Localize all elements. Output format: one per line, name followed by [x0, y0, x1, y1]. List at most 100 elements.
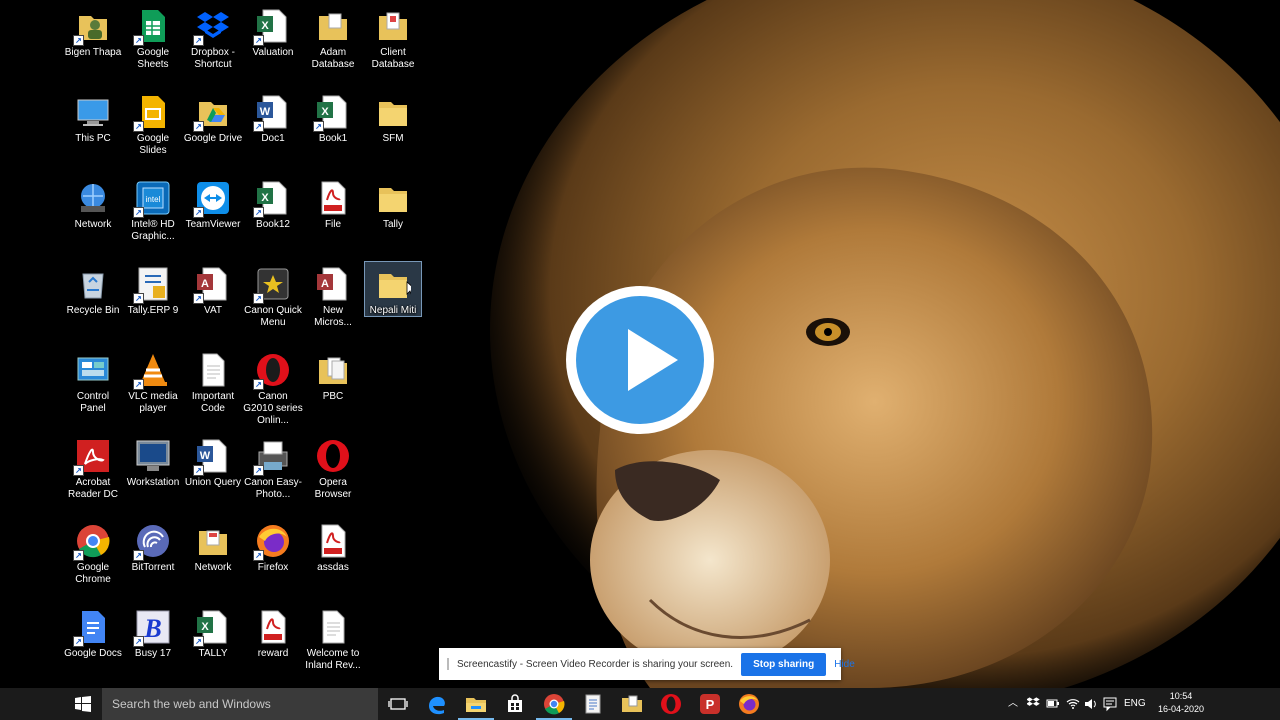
language-indicator[interactable]: ENG	[1124, 688, 1146, 720]
desktop-icon-google-sheets[interactable]: ↗ Google Sheets	[123, 2, 183, 86]
google-docs-icon: ↗	[73, 609, 111, 647]
stop-sharing-button[interactable]: Stop sharing	[741, 652, 827, 676]
play-icon	[628, 329, 678, 391]
notepad-icon[interactable]	[581, 692, 605, 716]
desktop-icon-canon-easy-photo[interactable]: ↗ Canon Easy-Photo...	[243, 432, 303, 516]
icon-label: Nepali Miti	[369, 305, 417, 316]
desktop-icon-acrobat-reader[interactable]: ↗ Acrobat Reader DC	[63, 432, 123, 516]
svg-text:W: W	[200, 450, 211, 462]
desktop-icon-book1[interactable]: X ↗ Book1	[303, 88, 363, 172]
desktop-icon-google-chrome[interactable]: ↗ Google Chrome	[63, 517, 123, 601]
desktop-icon-google-slides[interactable]: ↗ Google Slides	[123, 88, 183, 172]
teamviewer-icon: ↗	[193, 180, 231, 218]
desktop-icon-canon-g2010[interactable]: ↗ Canon G2010 series Onlin...	[243, 346, 303, 430]
edge-icon[interactable]	[425, 692, 449, 716]
desktop-icon-intel-hd-graphics[interactable]: intel ↗ Intel® HD Graphic...	[123, 174, 183, 258]
desktop-icon-assdas[interactable]: assdas	[303, 517, 363, 601]
desktop[interactable]: ↗ Bigen Thapa This PC Network Recycle Bi…	[0, 0, 1280, 688]
desktop-icon-valuation[interactable]: X ↗ Valuation	[243, 2, 303, 86]
play-button[interactable]	[566, 286, 714, 434]
clock[interactable]: 10:54 16-04-2020	[1152, 690, 1210, 716]
desktop-icon-doc1[interactable]: W ↗ Doc1	[243, 88, 303, 172]
desktop-icon-vat[interactable]: A ↗ VAT	[183, 260, 243, 344]
hide-button[interactable]: Hide	[834, 659, 855, 670]
drag-handle-icon[interactable]	[447, 658, 449, 670]
icon-label: Google Docs	[64, 648, 122, 659]
start-button[interactable]	[64, 688, 102, 720]
desktop-icon-google-docs[interactable]: ↗ Google Docs	[63, 603, 123, 687]
notifications-icon[interactable]	[1103, 688, 1117, 720]
icon-label: Canon Quick Menu	[244, 305, 302, 328]
desktop-icon-tally-erp[interactable]: ↗ Tally.ERP 9	[123, 260, 183, 344]
opera-icon[interactable]	[659, 692, 683, 716]
desktop-icon-nepali-miti[interactable]: Nepali Miti	[364, 261, 422, 317]
desktop-icon-network-folder[interactable]: Network	[183, 517, 243, 601]
icon-label: VAT	[204, 305, 222, 316]
desktop-icon-reward[interactable]: reward	[243, 603, 303, 687]
folder-icon	[375, 8, 411, 44]
battery-icon[interactable]	[1046, 688, 1060, 720]
icon-label: Canon Easy-Photo...	[244, 477, 302, 500]
desktop-icon-union-query[interactable]: W ↗ Union Query	[183, 432, 243, 516]
icon-label: Dropbox - Shortcut	[191, 47, 235, 70]
desktop-icon-opera-browser[interactable]: Opera Browser	[303, 432, 363, 516]
firefox-icon: ↗	[253, 523, 291, 561]
desktop-icon-vlc[interactable]: ↗ VLC media player	[123, 346, 183, 430]
desktop-icon-bittorrent[interactable]: ↗ BitTorrent	[123, 517, 183, 601]
taskbar-search-input[interactable]: Search the web and Windows	[102, 688, 378, 720]
desktop-icon-control-panel[interactable]: Control Panel	[63, 346, 123, 430]
desktop-icon-firefox[interactable]: ↗ Firefox	[243, 517, 303, 601]
text-file-icon	[315, 609, 351, 645]
task-view-icon[interactable]	[386, 692, 410, 716]
icon-label: Recycle Bin	[66, 305, 120, 316]
desktop-icon-recycle-bin[interactable]: Recycle Bin	[63, 260, 123, 344]
desktop-icon-book12[interactable]: X ↗ Book12	[243, 174, 303, 258]
desktop-icon-canon-quick-menu[interactable]: ↗ Canon Quick Menu	[243, 260, 303, 344]
opera-icon: ↗	[253, 352, 291, 390]
desktop-icon-client-database[interactable]: Client Database	[363, 2, 423, 86]
folder-icon[interactable]	[620, 692, 644, 716]
desktop-icon-busy-17[interactable]: B ↗ Busy 17	[123, 603, 183, 687]
desktop-icon-google-drive[interactable]: ↗ Google Drive	[183, 88, 243, 172]
desktop-icon-important-code[interactable]: Important Code	[183, 346, 243, 430]
desktop-icon-tally-folder[interactable]: Tally	[363, 174, 423, 258]
chrome-icon[interactable]	[536, 692, 572, 720]
desktop-icon-new-microsoft[interactable]: A New Micros...	[303, 260, 363, 344]
desktop-icon-workstation[interactable]: Workstation	[123, 432, 183, 516]
icon-label: BitTorrent	[131, 562, 175, 573]
word-file-icon: W ↗	[193, 438, 231, 476]
show-hidden-icons-icon[interactable]: ︿	[1008, 688, 1018, 720]
opera-icon	[315, 438, 351, 474]
access-file-icon: A ↗	[193, 266, 231, 304]
wps-icon[interactable]: P	[698, 692, 722, 716]
volume-icon[interactable]	[1084, 688, 1098, 720]
desktop-icon-sfm[interactable]: SFM	[363, 88, 423, 172]
excel-file-icon: X ↗	[253, 8, 291, 46]
desktop-icon-file[interactable]: File	[303, 174, 363, 258]
svg-text:X: X	[261, 192, 269, 204]
desktop-icon-adam-database[interactable]: Adam Database	[303, 2, 363, 86]
desktop-icon-this-pc[interactable]: This PC	[63, 88, 123, 172]
wifi-icon[interactable]	[1066, 688, 1080, 720]
desktop-icon-dropbox[interactable]: ↗ Dropbox - Shortcut	[183, 2, 243, 86]
control-panel-icon	[75, 352, 111, 388]
excel-file-icon: X ↗	[253, 180, 291, 218]
dropbox-tray-icon[interactable]	[1026, 688, 1041, 720]
icon-label: TALLY	[198, 648, 228, 659]
pdf-file-icon	[315, 523, 351, 559]
icon-label: Acrobat Reader DC	[67, 477, 119, 500]
icon-label: Busy 17	[134, 648, 172, 659]
file-explorer-icon[interactable]	[458, 692, 494, 720]
windows-logo-icon	[75, 696, 91, 712]
store-icon[interactable]	[503, 692, 527, 716]
desktop-icon-tally-xls[interactable]: X ↗ TALLY	[183, 603, 243, 687]
desktop-icon-bigen-thapa[interactable]: ↗ Bigen Thapa	[63, 2, 123, 86]
desktop-icon-teamviewer[interactable]: ↗ TeamViewer	[183, 174, 243, 258]
desktop-icon-pbc[interactable]: PBC	[303, 346, 363, 430]
desktop-icon-network[interactable]: Network	[63, 174, 123, 258]
icon-label: Doc1	[261, 133, 285, 144]
desktop-icon-welcome-inland-revenue[interactable]: Welcome to Inland Rev...	[303, 603, 363, 687]
firefox-icon[interactable]	[737, 692, 761, 716]
acrobat-icon: ↗	[73, 438, 111, 476]
dropbox-icon: ↗	[193, 8, 231, 46]
